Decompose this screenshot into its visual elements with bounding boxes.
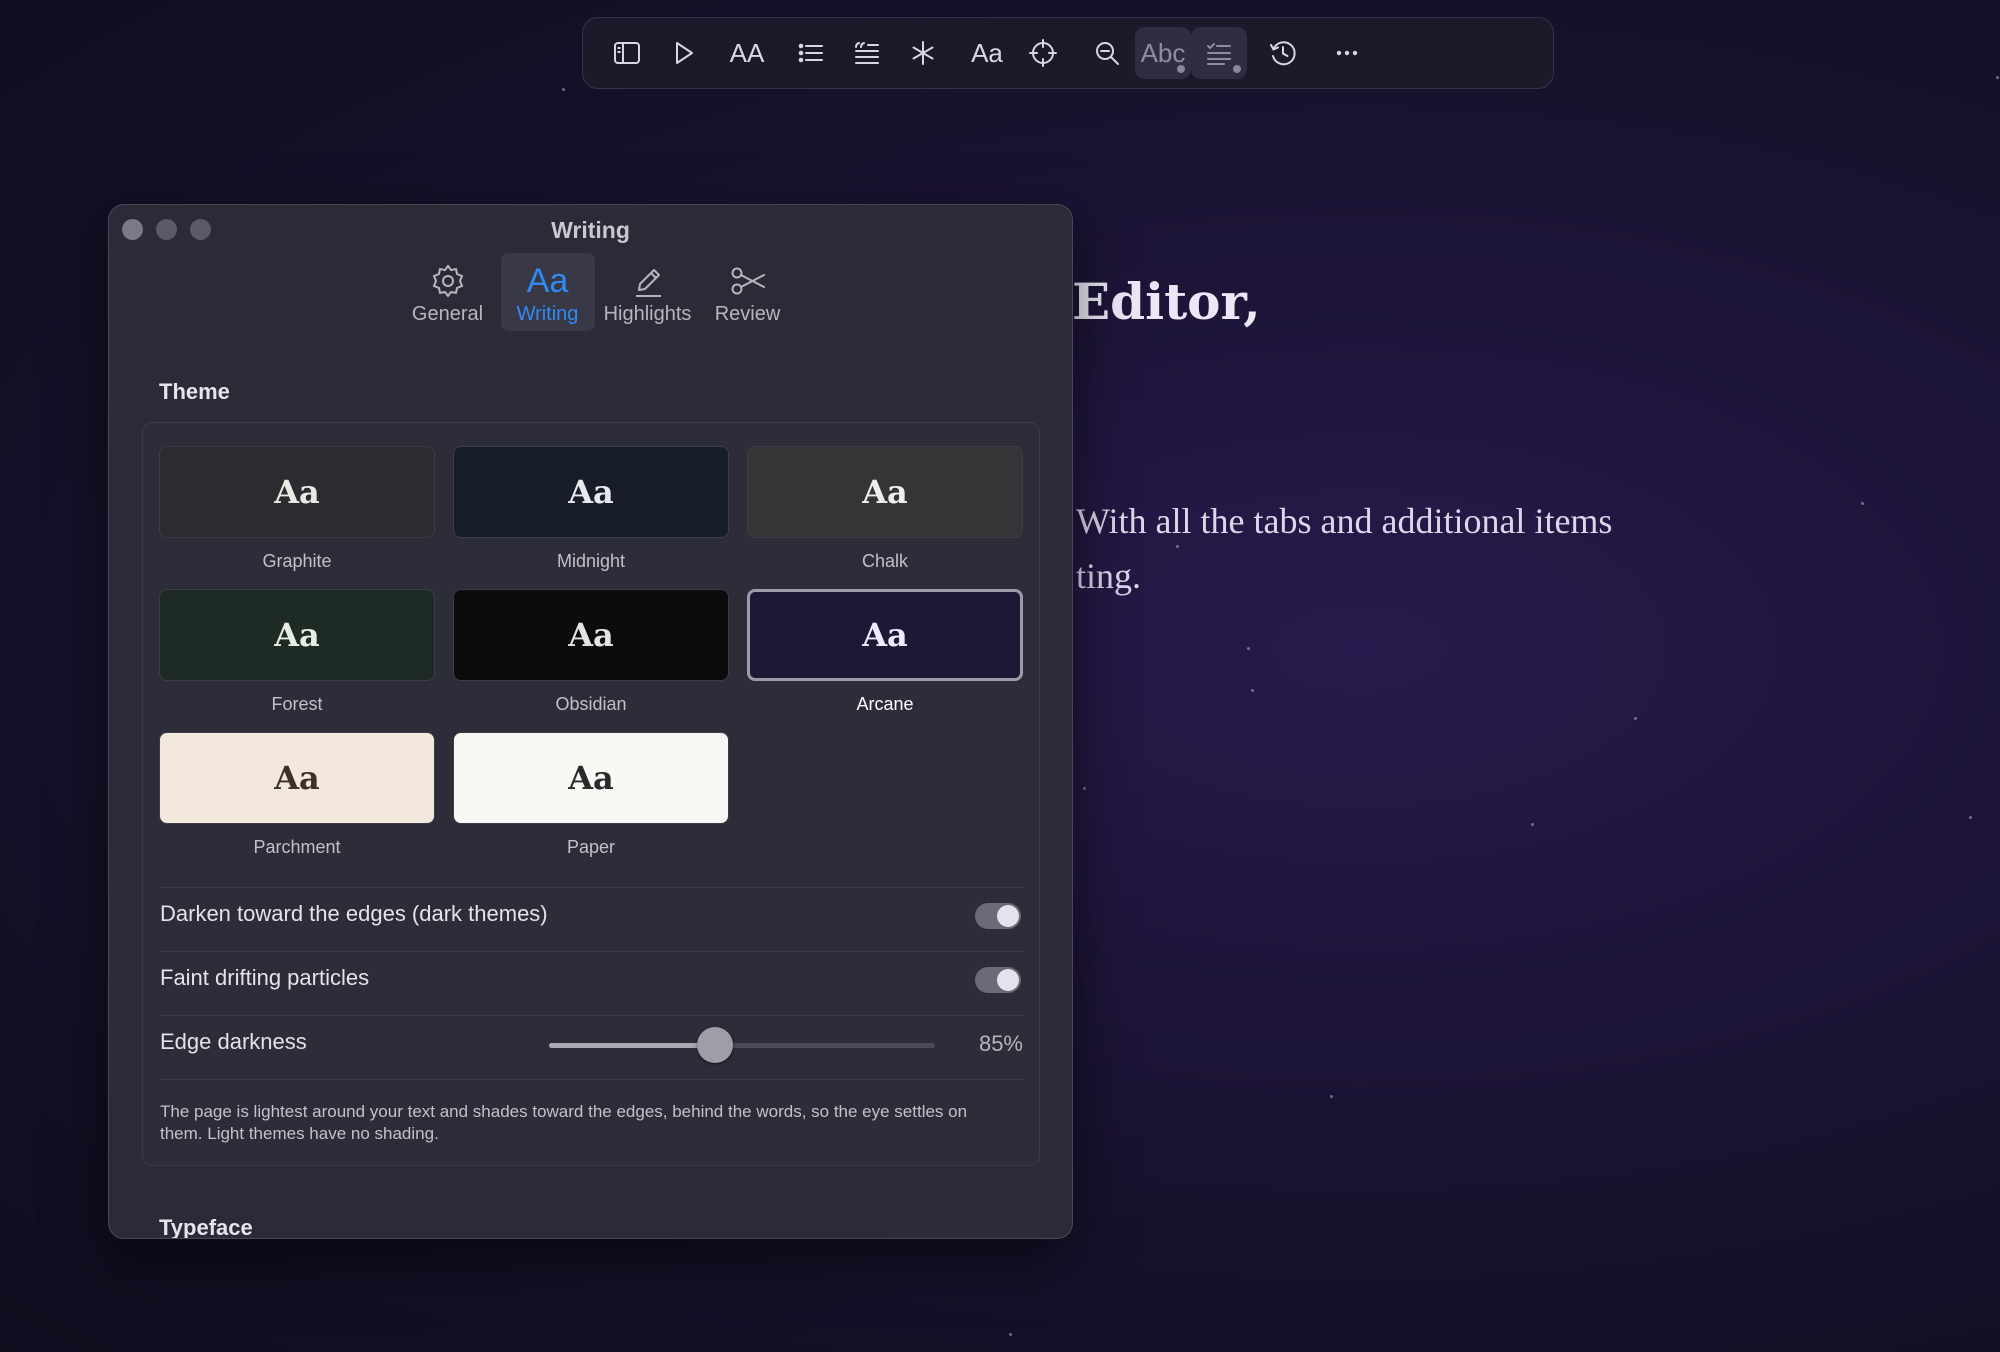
crosshair-icon[interactable] bbox=[1015, 27, 1071, 79]
star-particle bbox=[1996, 76, 1999, 79]
shading-note: The page is lightest around your text an… bbox=[160, 1102, 968, 1143]
theme-card-parchment[interactable]: Aa bbox=[159, 732, 435, 824]
star-particle bbox=[1634, 717, 1637, 720]
slider-thumb[interactable] bbox=[696, 1027, 733, 1063]
text-size-icon[interactable]: AA bbox=[719, 27, 775, 79]
play-icon[interactable] bbox=[655, 27, 711, 79]
tab-label: General bbox=[411, 303, 484, 325]
star-particle bbox=[1009, 1333, 1012, 1336]
star-particle bbox=[1176, 545, 1179, 548]
scissors-icon bbox=[731, 267, 765, 295]
star-particle bbox=[1861, 502, 1864, 505]
pencil-icon bbox=[635, 269, 661, 297]
divider bbox=[160, 951, 1024, 952]
theme-name: Obsidian bbox=[555, 694, 627, 714]
star-particle bbox=[1247, 647, 1250, 650]
settings-window: Writing General Aa Writing Highlights Re… bbox=[108, 204, 1073, 1239]
quote-block-icon[interactable] bbox=[839, 27, 895, 79]
divider bbox=[160, 1015, 1024, 1016]
sidebar-icon[interactable] bbox=[599, 27, 655, 79]
window-title: Writing bbox=[551, 217, 630, 243]
theme-card-obsidian[interactable]: Aa bbox=[453, 589, 729, 681]
tab-writing[interactable]: Aa Writing bbox=[500, 253, 595, 331]
theme-card-chalk[interactable]: Aa bbox=[747, 446, 1023, 538]
star-particle bbox=[1083, 787, 1086, 790]
asterisk-icon[interactable] bbox=[895, 27, 951, 79]
slider-fill bbox=[549, 1043, 715, 1048]
theme-card-arcane[interactable]: Aa bbox=[747, 589, 1023, 681]
tab-general[interactable]: General bbox=[401, 253, 495, 331]
tab-label: Highlights bbox=[603, 303, 692, 325]
aa-icon: Aa bbox=[526, 262, 569, 300]
document-text-line[interactable]: ting. bbox=[1076, 555, 1141, 597]
text-size-label: AA bbox=[729, 37, 765, 68]
font-label: Aa bbox=[971, 37, 1003, 68]
theme-card-forest[interactable]: Aa bbox=[159, 589, 435, 681]
tab-highlights[interactable]: Highlights bbox=[601, 253, 695, 331]
star-particle bbox=[1251, 689, 1254, 692]
history-icon[interactable] bbox=[1255, 27, 1311, 79]
typeface-section-title: Typeface bbox=[159, 1215, 253, 1239]
edge-darkness-slider[interactable] bbox=[549, 1027, 935, 1063]
spellcheck-icon[interactable]: Abc bbox=[1135, 27, 1191, 79]
theme-name: Graphite bbox=[262, 551, 332, 571]
document-heading[interactable]: Editor, bbox=[1072, 272, 1261, 331]
darken-edges-label: Darken toward the edges (dark themes) bbox=[160, 901, 548, 926]
divider bbox=[160, 1079, 1024, 1080]
more-icon[interactable] bbox=[1319, 27, 1375, 79]
status-dot bbox=[1233, 65, 1241, 73]
theme-card-midnight[interactable]: Aa bbox=[453, 446, 729, 538]
particles-label: Faint drifting particles bbox=[160, 965, 370, 990]
theme-name: Chalk bbox=[861, 551, 909, 571]
editor-toolbar: AA Aa Abc bbox=[582, 17, 1554, 89]
tab-label: Writing bbox=[516, 303, 579, 325]
edge-darkness-label: Edge darkness bbox=[160, 1029, 307, 1054]
theme-name: Arcane bbox=[856, 694, 914, 714]
status-dot bbox=[1177, 65, 1185, 73]
theme-name: Paper bbox=[566, 837, 616, 857]
settings-tabs: General Aa Writing Highlights Review bbox=[109, 253, 1072, 331]
star-particle bbox=[1969, 816, 1972, 819]
theme-card-graphite[interactable]: Aa bbox=[159, 446, 435, 538]
particles-toggle[interactable] bbox=[975, 967, 1021, 993]
star-particle bbox=[1531, 823, 1534, 826]
font-icon[interactable]: Aa bbox=[959, 27, 1015, 79]
theme-name: Forest bbox=[271, 694, 323, 714]
edge-darkness-value: 85% bbox=[978, 1031, 1023, 1056]
theme-section-title: Theme bbox=[159, 379, 230, 404]
spellcheck-label: Abc bbox=[1140, 37, 1186, 68]
divider bbox=[160, 887, 1024, 888]
tab-review[interactable]: Review bbox=[701, 253, 795, 331]
theme-name: Parchment bbox=[253, 837, 341, 857]
checklist-icon[interactable] bbox=[1191, 27, 1247, 79]
theme-name: Midnight bbox=[556, 551, 626, 571]
star-particle bbox=[562, 88, 565, 91]
bulleted-list-icon[interactable] bbox=[783, 27, 839, 79]
theme-panel: Aa Graphite Aa Midnight Aa Chalk Aa Fore… bbox=[142, 422, 1040, 1166]
darken-edges-toggle[interactable] bbox=[975, 903, 1021, 929]
gear-icon bbox=[432, 264, 463, 298]
star-particle bbox=[1330, 1095, 1333, 1098]
theme-card-paper[interactable]: Aa bbox=[453, 732, 729, 824]
zoom-out-icon[interactable] bbox=[1079, 27, 1135, 79]
tab-label: Review bbox=[714, 303, 781, 325]
document-text-line[interactable]: With all the tabs and additional items bbox=[1076, 500, 1612, 542]
